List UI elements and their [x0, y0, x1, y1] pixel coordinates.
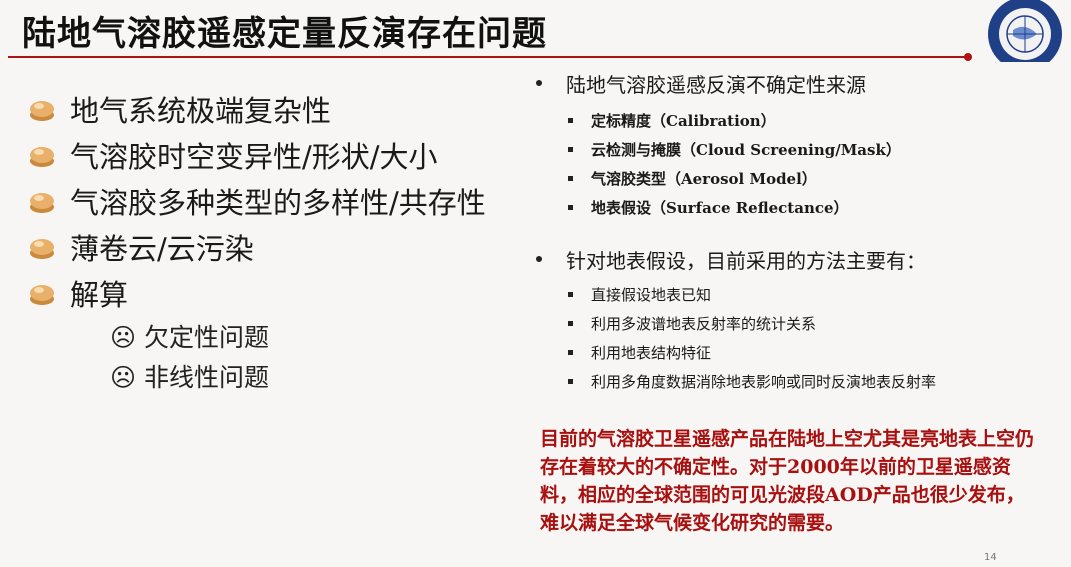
- list-item-text: 定标精度（Calibration）: [591, 112, 776, 130]
- list-item: 云检测与掩膜（Cloud Screening/Mask）: [568, 135, 1052, 164]
- list-item: 利用多波谱地表反射率的统计关系: [568, 309, 1052, 338]
- list-item: 定标精度（Calibration）: [568, 106, 1052, 135]
- bullet-icon: [30, 239, 54, 259]
- list-item: 地气系统极端复杂性: [28, 86, 486, 132]
- list-item: 地表假设（Surface Reflectance）: [568, 193, 1052, 222]
- page-number: 14: [984, 552, 997, 563]
- square-bullet-icon: [568, 118, 573, 123]
- sub-list: ☹ 欠定性问题 ☹ 非线性问题: [110, 316, 486, 396]
- list-item-text: 气溶胶类型（Aerosol Model）: [591, 170, 817, 188]
- right-content: 陆地气溶胶遥感反演不确定性来源 定标精度（Calibration） 云检测与掩膜…: [532, 68, 1052, 396]
- list-item: 气溶胶时空变异性/形状/大小: [28, 132, 486, 178]
- bullet-icon: [30, 285, 54, 305]
- list-item-text: 气溶胶多种类型的多样性/共存性: [70, 186, 486, 220]
- list-item-text: 利用多波谱地表反射率的统计关系: [591, 315, 817, 333]
- square-bullet-icon: [568, 321, 573, 326]
- institute-seal-logo: [985, 0, 1065, 62]
- list-item-text: 利用地表结构特征: [591, 344, 712, 362]
- list-item: 薄卷云/云污染: [28, 224, 486, 270]
- square-bullet-icon: [568, 176, 573, 181]
- square-bullet-icon: [568, 379, 573, 384]
- list-item-text: 直接假设地表已知: [591, 286, 712, 304]
- list-item-text: 薄卷云/云污染: [70, 232, 254, 266]
- list-item: 解算: [28, 270, 486, 316]
- highlight-note: 目前的气溶胶卫星遥感产品在陆地上空尤其是亮地表上空仍存在着较大的不确定性。对于2…: [540, 428, 1035, 534]
- section-heading: 针对地表假设，目前采用的方法主要有：: [532, 244, 1052, 274]
- list-item: 利用地表结构特征: [568, 338, 1052, 367]
- list-item-text: 气溶胶时空变异性/形状/大小: [70, 140, 438, 174]
- slide-title: 陆地气溶胶遥感定量反演存在问题: [22, 14, 547, 54]
- bullet-dot-icon: [536, 256, 542, 262]
- bullet-dot-icon: [536, 80, 542, 86]
- bullet-icon: [30, 101, 54, 121]
- section-heading-text: 陆地气溶胶遥感反演不确定性来源: [566, 72, 866, 97]
- sub-list-item: ☹ 欠定性问题: [110, 323, 270, 352]
- list-item-text: 地表假设（Surface Reflectance）: [591, 199, 849, 217]
- square-bullet-icon: [568, 147, 573, 152]
- list-item: 气溶胶多种类型的多样性/共存性: [28, 178, 486, 224]
- bullet-icon: [30, 193, 54, 213]
- title-divider: [8, 56, 970, 58]
- list-item-text: 利用多角度数据消除地表影响或同时反演地表反射率: [591, 373, 937, 391]
- list-item-text: 地气系统极端复杂性: [70, 94, 332, 128]
- list-item: 利用多角度数据消除地表影响或同时反演地表反射率: [568, 367, 1052, 396]
- list-item: 气溶胶类型（Aerosol Model）: [568, 164, 1052, 193]
- square-bullet-icon: [568, 292, 573, 297]
- square-bullet-icon: [568, 205, 573, 210]
- list-item-text: 云检测与掩膜（Cloud Screening/Mask）: [591, 141, 901, 159]
- sub-list-item: ☹ 非线性问题: [110, 363, 270, 392]
- left-bullet-list: 地气系统极端复杂性 气溶胶时空变异性/形状/大小 气溶胶多种类型的多样性/共存性…: [28, 86, 486, 396]
- title-divider-dot: [964, 53, 972, 61]
- section-heading: 陆地气溶胶遥感反演不确定性来源: [532, 68, 1052, 98]
- list-item-text: 解算: [70, 278, 129, 312]
- square-bullet-icon: [568, 350, 573, 355]
- section-heading-text: 针对地表假设，目前采用的方法主要有：: [566, 248, 926, 273]
- list-item: 直接假设地表已知: [568, 280, 1052, 309]
- bullet-icon: [30, 147, 54, 167]
